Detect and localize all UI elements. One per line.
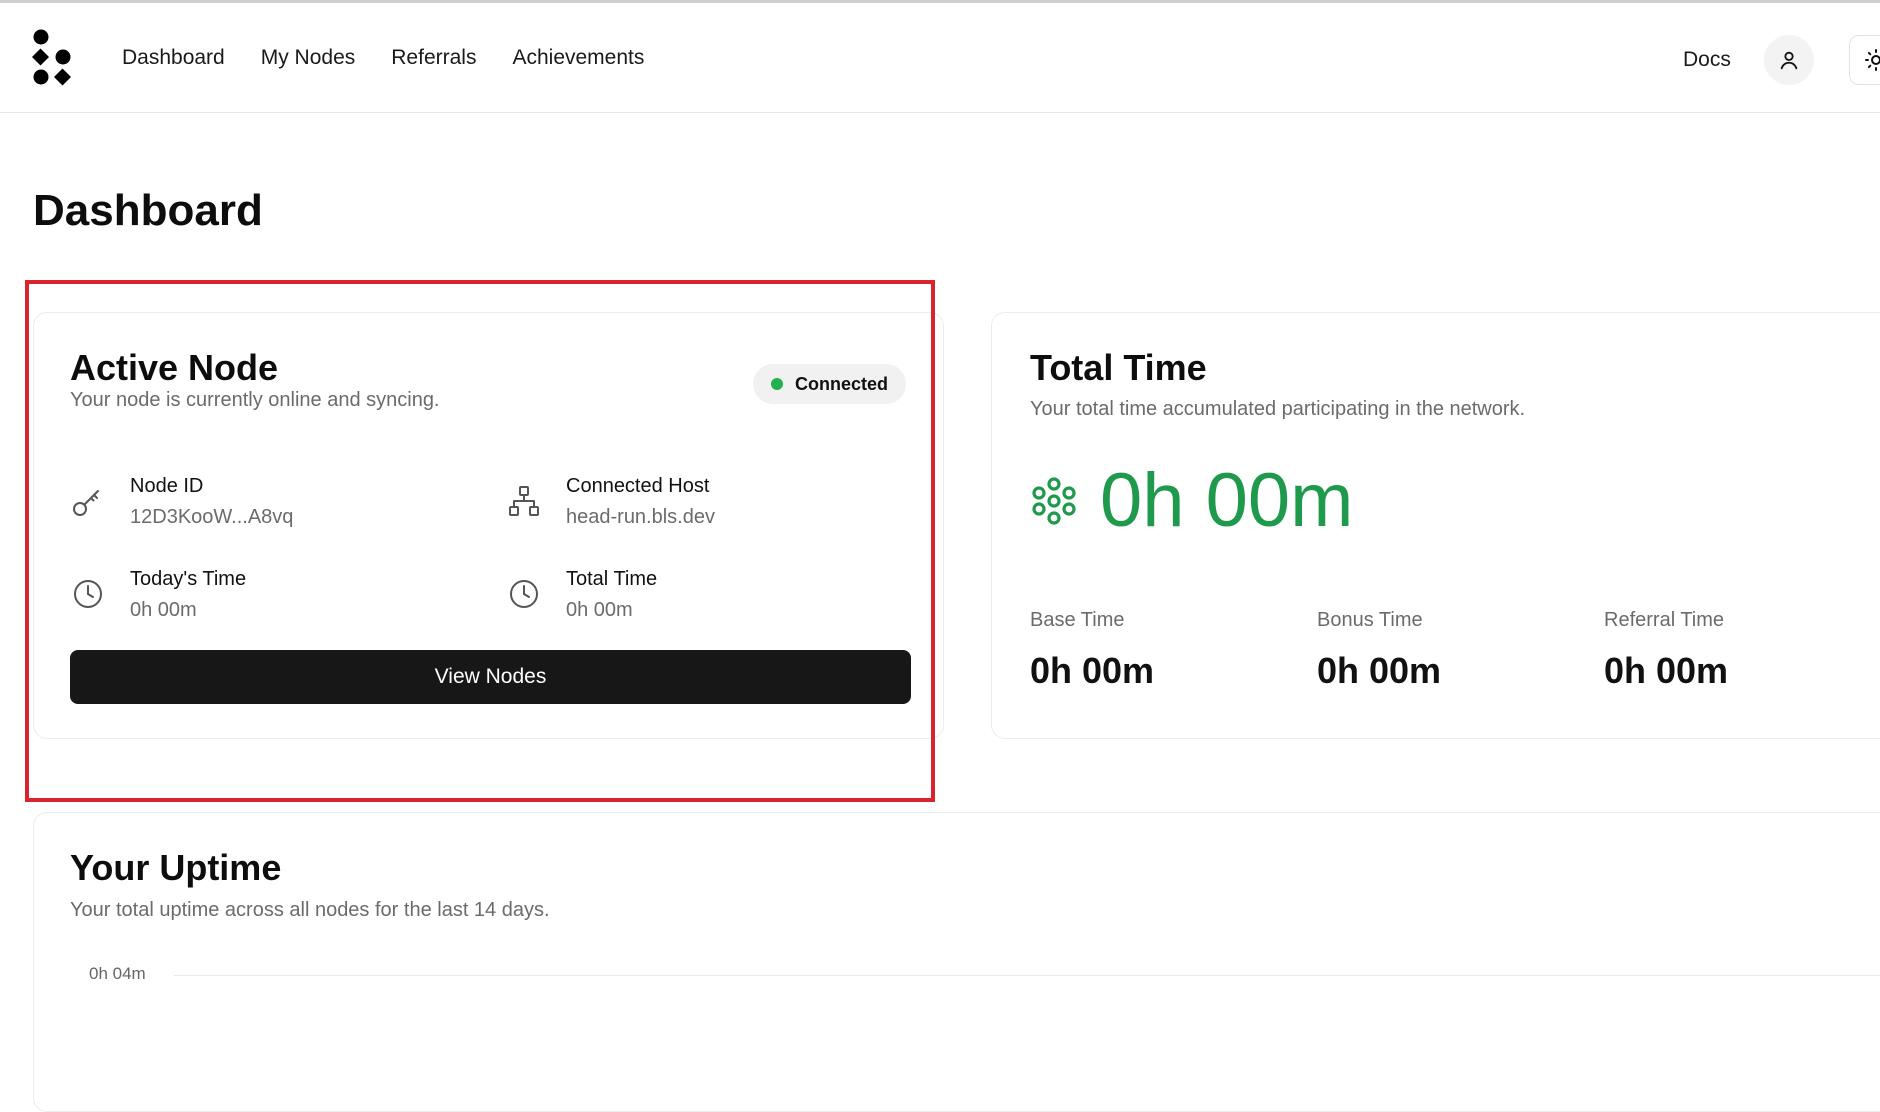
clock-icon	[74, 580, 102, 608]
total-time-card: Total Time Your total time accumulated p…	[991, 312, 1880, 739]
base-time-value: 0h 00m	[1030, 650, 1155, 691]
base-time-stat: Base Time 0h 00m	[1030, 609, 1154, 692]
referral-time-label: Referral Time	[1604, 609, 1725, 631]
bonus-time-stat: Bonus Time 0h 00m	[1317, 609, 1441, 692]
user-icon	[1780, 51, 1798, 70]
nav-referrals[interactable]: Referrals	[391, 46, 476, 70]
status-badge: Connected	[753, 364, 907, 404]
user-account-button[interactable]	[1764, 35, 1814, 85]
total-time-card-subtitle: Your total time accumulated participatin…	[1030, 398, 1526, 420]
total-time-info: Total Time 0h 00m	[506, 566, 657, 623]
active-node-title: Active Node	[70, 347, 279, 388]
bonus-time-label: Bonus Time	[1317, 609, 1423, 631]
total-time-display: 0h 00m	[1030, 463, 1354, 539]
logo-icon[interactable]	[32, 29, 76, 93]
referral-time-stat: Referral Time 0h 00m	[1604, 609, 1728, 692]
view-nodes-button[interactable]: View Nodes	[70, 650, 911, 704]
chart-gridline	[174, 975, 1880, 976]
main-nav: Dashboard My Nodes Referrals Achievement…	[122, 3, 644, 113]
total-time-value-large: 0h 00m	[1100, 458, 1354, 543]
connected-host-info: Connected Host head-run.bls.dev	[506, 473, 715, 530]
todays-time-label: Today's Time	[130, 568, 247, 590]
key-icon	[73, 490, 99, 516]
todays-time-value: 0h 00m	[130, 599, 197, 621]
active-node-subtitle: Your node is currently online and syncin…	[70, 389, 440, 411]
uptime-title: Your Uptime	[70, 847, 282, 888]
connected-host-value: head-run.bls.dev	[566, 506, 715, 528]
node-id-value: 12D3KooW...A8vq	[130, 506, 294, 528]
todays-time-info: Today's Time 0h 00m	[70, 566, 246, 623]
nav-achievements[interactable]: Achievements	[512, 46, 644, 70]
network-icon	[509, 486, 539, 516]
nav-my-nodes[interactable]: My Nodes	[261, 46, 356, 70]
sun-icon	[1865, 49, 1880, 71]
status-dot-icon	[771, 378, 783, 390]
referral-time-value: 0h 00m	[1604, 650, 1729, 691]
page-title: Dashboard	[33, 186, 263, 235]
total-time-label: Total Time	[566, 568, 658, 590]
bonus-time-value: 0h 00m	[1317, 650, 1442, 691]
uptime-card: Your Uptime Your total uptime across all…	[33, 812, 1880, 1112]
active-node-card: Active Node Your node is currently onlin…	[33, 312, 944, 739]
top-navigation-bar: Dashboard My Nodes Referrals Achievement…	[0, 3, 1880, 113]
node-id-label: Node ID	[130, 475, 204, 497]
total-time-card-title: Total Time	[1030, 347, 1207, 388]
clock-icon	[510, 580, 538, 608]
docs-link[interactable]: Docs	[1683, 48, 1731, 72]
theme-toggle-button[interactable]	[1849, 35, 1880, 85]
y-axis-tick-label: 0h 04m	[89, 964, 146, 983]
connected-host-label: Connected Host	[566, 475, 710, 497]
base-time-label: Base Time	[1030, 609, 1125, 631]
uptime-subtitle: Your total uptime across all nodes for t…	[70, 899, 550, 921]
network-nodes-icon	[1032, 477, 1076, 525]
total-time-value: 0h 00m	[566, 599, 633, 621]
nav-dashboard[interactable]: Dashboard	[122, 46, 225, 70]
status-badge-label: Connected	[795, 373, 889, 394]
node-id-info: Node ID 12D3KooW...A8vq	[70, 473, 293, 530]
